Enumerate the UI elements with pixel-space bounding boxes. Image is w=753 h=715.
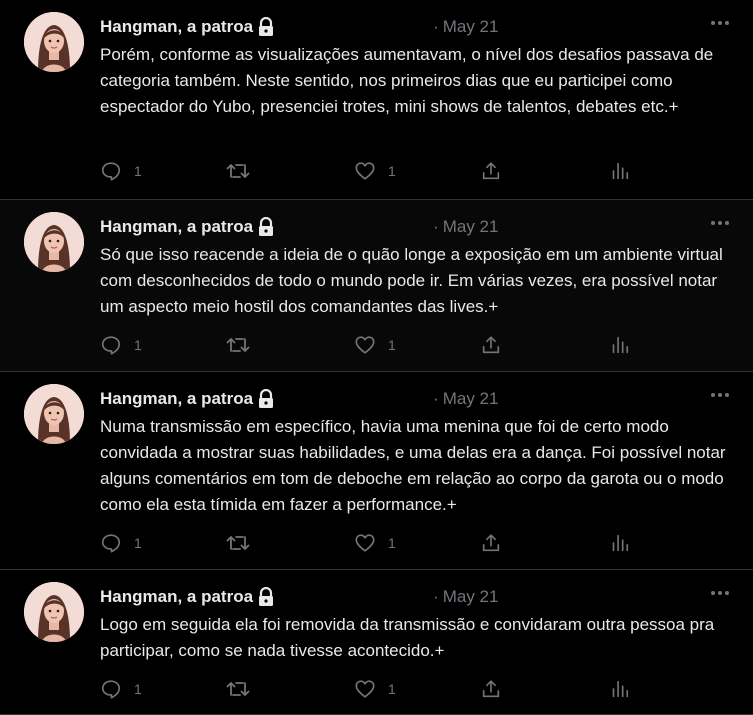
avatar[interactable]: [24, 384, 84, 444]
tweet-actions: 1 1: [100, 160, 640, 184]
author-name[interactable]: Hangman, a patroa: [100, 389, 253, 409]
analytics-button[interactable]: [608, 678, 630, 700]
analytics-icon: [608, 160, 630, 182]
analytics-icon: [608, 678, 630, 700]
separator-dot: ·: [433, 17, 439, 36]
share-button[interactable]: [480, 334, 502, 356]
tweet-date[interactable]: May 21: [443, 17, 499, 37]
retweet-button[interactable]: [226, 160, 250, 182]
reply-count: 1: [134, 535, 142, 551]
tweet-actions: 1 1: [100, 678, 640, 702]
tweet-header: Hangman, a patroa · May 21: [100, 216, 498, 238]
analytics-icon: [608, 334, 630, 356]
timeline: Hangman, a patroa · May 21 Porém, confor…: [0, 0, 753, 715]
tweet-date[interactable]: May 21: [443, 587, 499, 607]
heart-icon: [354, 678, 376, 700]
share-icon: [480, 334, 502, 356]
reply-count: 1: [134, 337, 142, 353]
analytics-button[interactable]: [608, 334, 630, 356]
handle-redacted: [279, 392, 429, 406]
lock-icon: [257, 389, 275, 409]
tweet-date[interactable]: May 21: [443, 389, 499, 409]
like-count: 1: [388, 163, 396, 179]
tweet[interactable]: Hangman, a patroa · May 21 Logo em segui…: [0, 570, 753, 715]
reply-button[interactable]: 1: [100, 532, 142, 554]
reply-count: 1: [134, 681, 142, 697]
separator-dot: ·: [433, 217, 439, 236]
avatar[interactable]: [24, 582, 84, 642]
reply-button[interactable]: 1: [100, 334, 142, 356]
separator-dot: ·: [433, 587, 439, 606]
reply-icon: [100, 678, 122, 700]
lock-icon: [257, 217, 275, 237]
tweet-text: Só que isso reacende a ideia de o quão l…: [100, 245, 723, 316]
avatar[interactable]: [24, 212, 84, 272]
like-button[interactable]: 1: [354, 160, 396, 182]
handle-redacted: [279, 20, 429, 34]
tweet-header: Hangman, a patroa · May 21: [100, 16, 498, 38]
tweet[interactable]: Hangman, a patroa · May 21 Porém, confor…: [0, 0, 753, 200]
lock-icon: [257, 17, 275, 37]
tweet-text: Logo em seguida ela foi removida da tran…: [100, 615, 715, 660]
like-count: 1: [388, 535, 396, 551]
share-button[interactable]: [480, 160, 502, 182]
share-icon: [480, 160, 502, 182]
reply-button[interactable]: 1: [100, 160, 142, 182]
retweet-button[interactable]: [226, 334, 250, 356]
share-icon: [480, 678, 502, 700]
handle-redacted: [279, 220, 429, 234]
heart-icon: [354, 334, 376, 356]
share-icon: [480, 532, 502, 554]
tweet-header: Hangman, a patroa · May 21: [100, 388, 498, 410]
tweet-actions: 1 1: [100, 532, 640, 556]
more-icon[interactable]: [709, 214, 731, 237]
heart-icon: [354, 160, 376, 182]
avatar[interactable]: [24, 12, 84, 72]
analytics-button[interactable]: [608, 532, 630, 554]
like-count: 1: [388, 337, 396, 353]
reply-icon: [100, 334, 122, 356]
share-button[interactable]: [480, 678, 502, 700]
retweet-icon: [226, 160, 250, 182]
tweet[interactable]: Hangman, a patroa · May 21 Só que isso r…: [0, 200, 753, 372]
analytics-button[interactable]: [608, 160, 630, 182]
more-icon[interactable]: [709, 584, 731, 607]
reply-count: 1: [134, 163, 142, 179]
tweet-header: Hangman, a patroa · May 21: [100, 586, 498, 608]
tweet-actions: 1 1: [100, 334, 640, 358]
like-button[interactable]: 1: [354, 334, 396, 356]
retweet-icon: [226, 678, 250, 700]
retweet-icon: [226, 334, 250, 356]
retweet-icon: [226, 532, 250, 554]
author-name[interactable]: Hangman, a patroa: [100, 587, 253, 607]
lock-icon: [257, 587, 275, 607]
tweet-text: Porém, conforme as visualizações aumenta…: [100, 45, 714, 116]
tweet[interactable]: Hangman, a patroa · May 21 Numa transmis…: [0, 372, 753, 570]
separator-dot: ·: [433, 389, 439, 408]
tweet-text: Numa transmissão em específico, havia um…: [100, 417, 726, 514]
retweet-button[interactable]: [226, 532, 250, 554]
reply-button[interactable]: 1: [100, 678, 142, 700]
like-count: 1: [388, 681, 396, 697]
author-name[interactable]: Hangman, a patroa: [100, 17, 253, 37]
analytics-icon: [608, 532, 630, 554]
like-button[interactable]: 1: [354, 532, 396, 554]
more-icon[interactable]: [709, 14, 731, 37]
reply-icon: [100, 160, 122, 182]
tweet-date[interactable]: May 21: [443, 217, 499, 237]
heart-icon: [354, 532, 376, 554]
share-button[interactable]: [480, 532, 502, 554]
retweet-button[interactable]: [226, 678, 250, 700]
handle-redacted: [279, 590, 429, 604]
more-icon[interactable]: [709, 386, 731, 409]
reply-icon: [100, 532, 122, 554]
author-name[interactable]: Hangman, a patroa: [100, 217, 253, 237]
like-button[interactable]: 1: [354, 678, 396, 700]
